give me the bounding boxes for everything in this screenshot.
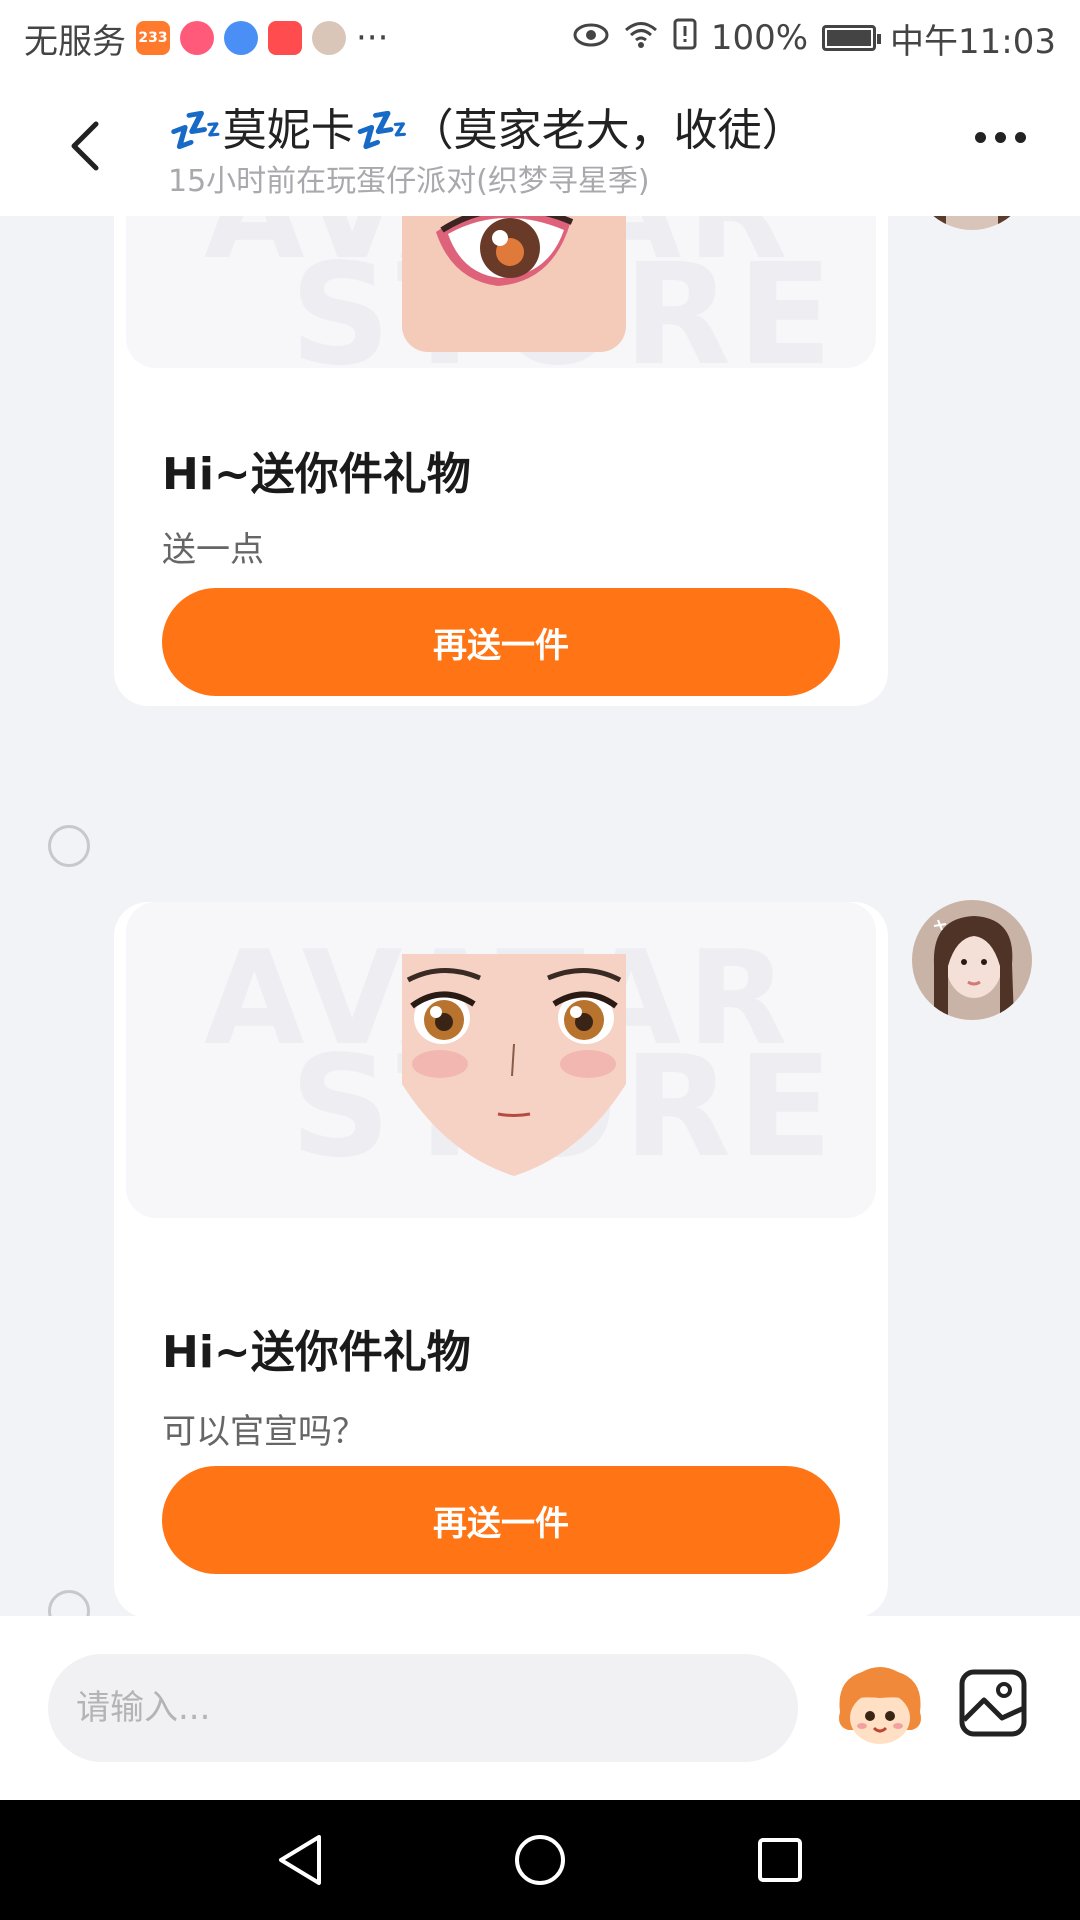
image-icon	[959, 1669, 1027, 1737]
wifi-icon	[623, 19, 659, 57]
contact-name: 💤莫妮卡💤（莫家老大，收徒）	[168, 105, 806, 156]
gift-image-area: AVATAR STORE	[126, 216, 876, 368]
mascot-icon	[839, 1667, 921, 1744]
gift-image-area: AVATAR STORE	[126, 902, 876, 1218]
avatar-image	[912, 900, 1032, 1020]
gift-message-text: 可以官宣吗？	[162, 1412, 366, 1452]
app-avatar-icon	[312, 21, 346, 55]
app-browser-icon	[224, 21, 258, 55]
eye-icon	[573, 21, 609, 56]
sim-alert-icon	[673, 18, 697, 58]
circle-home-icon	[515, 1835, 565, 1885]
resend-gift-button[interactable]: 再送一件	[162, 1466, 840, 1574]
triangle-back-icon	[279, 1835, 321, 1885]
gift-message-text: 送一点	[162, 530, 264, 570]
battery-icon	[822, 25, 882, 51]
select-message-checkbox[interactable]	[48, 825, 90, 867]
chat-header: 💤莫妮卡💤（莫家老大，收徒） 15小时前在玩蛋仔派对(织梦寻星季)	[0, 76, 1080, 216]
nav-back-button[interactable]	[270, 1830, 330, 1890]
resend-gift-button[interactable]: 再送一件	[162, 588, 840, 696]
system-nav-bar	[0, 1800, 1080, 1920]
more-options-button[interactable]	[975, 132, 1026, 143]
dot-icon	[1015, 132, 1026, 143]
dot-icon	[995, 132, 1006, 143]
select-message-checkbox[interactable]	[48, 1590, 90, 1616]
contact-status: 15小时前在玩蛋仔派对(织梦寻星季)	[168, 164, 650, 199]
gift-message-card: AVATAR STORE Hi~送你件礼物 送一点 再送一件	[114, 216, 888, 706]
message-input[interactable]	[48, 1654, 798, 1762]
gift-message-card: AVATAR STORE	[114, 902, 888, 1616]
anime-face-image	[402, 954, 626, 1176]
nav-home-button[interactable]	[510, 1830, 570, 1890]
sender-avatar[interactable]	[912, 900, 1032, 1020]
send-image-button[interactable]	[958, 1668, 1028, 1738]
message-input-bar	[0, 1616, 1080, 1800]
square-recents-icon	[758, 1838, 802, 1882]
back-button[interactable]	[56, 116, 116, 176]
gift-thumbnail-face[interactable]	[402, 954, 626, 1176]
clock: 中午11:03	[890, 21, 1056, 62]
status-left: 无服务 233 ···	[24, 14, 388, 63]
dot-icon	[975, 132, 986, 143]
status-bar: 无服务 233 ··· 100% 中午11:03	[0, 0, 1080, 76]
nav-recents-button[interactable]	[750, 1830, 810, 1890]
app-mall-icon	[268, 21, 302, 55]
eye-makeup-image	[402, 216, 626, 352]
gift-title: Hi~送你件礼物	[162, 1327, 471, 1378]
status-right: 100% 中午11:03	[573, 14, 1056, 63]
battery-percent: 100%	[710, 18, 809, 58]
chevron-left-icon	[71, 121, 99, 171]
gift-thumbnail-eye[interactable]	[402, 216, 626, 352]
app-233-icon: 233	[136, 21, 170, 55]
more-notifications: ···	[356, 18, 389, 58]
carrier-text: 无服务	[24, 21, 126, 62]
app-video-icon	[180, 21, 214, 55]
chat-area[interactable]: AVATAR STORE Hi~送你件礼物 送一点 再送一件	[0, 216, 1080, 1616]
gift-title: Hi~送你件礼物	[162, 449, 471, 500]
sender-avatar[interactable]	[912, 216, 1032, 230]
avatar-image	[912, 216, 1032, 230]
emoji-mascot-button[interactable]	[832, 1660, 928, 1756]
